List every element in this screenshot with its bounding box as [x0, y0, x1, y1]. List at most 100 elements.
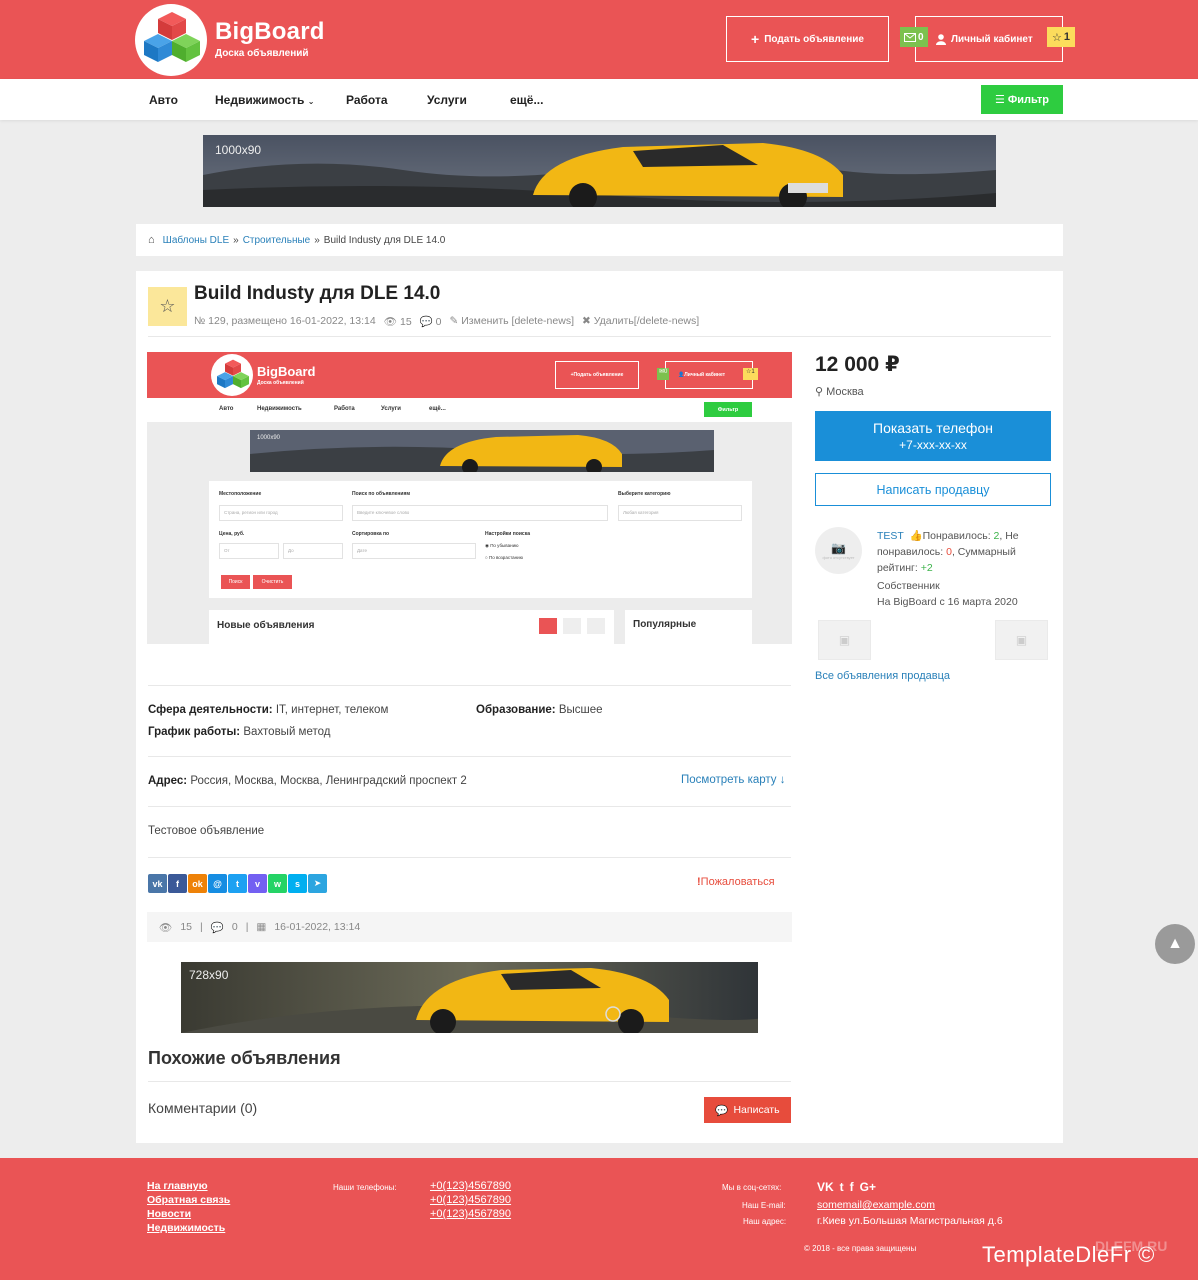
preview-star-badge: ☆1	[743, 368, 758, 380]
messages-count: 0	[918, 31, 924, 43]
seller-ad-thumb[interactable]: ▣	[818, 620, 871, 660]
skype-share-icon[interactable]: s	[288, 874, 307, 893]
sliders-icon: ☰	[995, 94, 1005, 106]
scroll-to-top-button[interactable]: ▲	[1155, 924, 1195, 964]
nav-item-more[interactable]: ещё...	[510, 93, 543, 107]
education-label: Образование:	[476, 704, 556, 716]
logo-subtitle: Доска объявлений	[215, 48, 309, 59]
ad-stats-bar: 👁 15 | 💬 0 | ▦ 16-01-2022, 13:14	[147, 912, 792, 942]
ad-title: Build Industy для DLE 14.0	[194, 283, 441, 304]
twitter-share-icon[interactable]: t	[228, 874, 247, 893]
ad-id-date: № 129, размещено 16-01-2022, 13:14	[194, 315, 376, 327]
stats-views: 15	[180, 921, 193, 933]
whatsapp-share-icon[interactable]: w	[268, 874, 287, 893]
footer-email[interactable]: somemail@example.com	[817, 1199, 935, 1211]
cabinet-label: Личный кабинет	[951, 33, 1033, 45]
seller-avatar[interactable]: 📷 фото отсутствует	[815, 527, 862, 574]
email-label: Наш E-mail:	[742, 1201, 786, 1210]
all-seller-ads-link[interactable]: Все объявления продавца	[815, 670, 950, 682]
footer-phone[interactable]: +0(123)4567890	[430, 1208, 511, 1220]
location-pin-icon: ⚲	[815, 386, 824, 398]
post-ad-button[interactable]: + Подать объявление	[726, 16, 889, 62]
add-to-favorites-button[interactable]: ☆	[148, 287, 187, 326]
eye-icon: 👁	[383, 316, 398, 328]
divider	[148, 336, 1051, 337]
preview-nav-item: Услуги	[381, 406, 401, 412]
write-comment-button[interactable]: 💬 Написать	[704, 1097, 791, 1123]
breadcrumb-home[interactable]: Шаблоны DLE	[163, 235, 229, 246]
car-banner-image	[181, 962, 758, 1033]
footer-phone[interactable]: +0(123)4567890	[430, 1194, 511, 1206]
seller-type: Собственник	[877, 580, 940, 592]
user-icon	[936, 33, 946, 45]
delete-link[interactable]: ✖ Удалить[/delete-news]	[582, 315, 699, 328]
preview-sort-label: Сортировка по	[352, 531, 390, 537]
plus-icon: +	[751, 31, 760, 47]
field-education: Образование: Высшее	[476, 704, 603, 716]
image-placeholder-icon: ▣	[1015, 633, 1028, 647]
footer-link-home[interactable]: На главную	[147, 1180, 230, 1192]
viber-share-icon[interactable]: v	[248, 874, 267, 893]
edit-link[interactable]: ✎ Изменить [delete-news]	[450, 315, 574, 328]
preview-list-view-icon	[539, 618, 557, 634]
ad-image[interactable]: BigBoard Доска объявлений + Подать объяв…	[147, 352, 792, 644]
filter-label: Фильтр	[1007, 93, 1049, 106]
footer-link-news[interactable]: Новости	[147, 1208, 230, 1220]
favorites-badge[interactable]: ☆ 1	[1047, 27, 1075, 47]
messages-badge[interactable]: 0	[900, 27, 928, 47]
complain-link[interactable]: !Пожаловаться	[697, 876, 775, 888]
facebook-share-icon[interactable]: f	[168, 874, 187, 893]
divider	[148, 1081, 791, 1082]
field-sphere: Сфера деятельности: IT, интернет, телеко…	[148, 704, 388, 716]
preview-mail-count: 0	[664, 369, 668, 375]
preview-banner-label: 1000x90	[257, 435, 281, 441]
nav-item-work[interactable]: Работа	[346, 93, 388, 107]
nav-item-realty[interactable]: Недвижимость ⌄	[215, 93, 314, 107]
liked-label: Понравилось:	[922, 530, 991, 542]
odnoklassniki-share-icon[interactable]: ok	[188, 874, 207, 893]
show-phone-button[interactable]: Показать телефон +7-xxx-xx-xx	[815, 411, 1051, 461]
write-comment-label: Написать	[733, 1104, 780, 1116]
footer-link-realty[interactable]: Недвижимость	[147, 1222, 230, 1234]
site-footer: На главную Обратная связь Новости Недвиж…	[0, 1158, 1198, 1280]
write-seller-button[interactable]: Написать продавцу	[815, 473, 1051, 506]
logo-title[interactable]: BigBoard	[215, 18, 325, 46]
nav-item-services[interactable]: Услуги	[427, 93, 467, 107]
preview-popular: Популярные	[625, 610, 752, 644]
divider	[148, 756, 791, 757]
comments-count: 💬 0	[420, 315, 442, 328]
star-icon: ☆	[1052, 31, 1062, 44]
facebook-icon[interactable]: f	[850, 1180, 854, 1194]
preview-category-select: Любая категория	[618, 505, 742, 521]
nav-item-realty-label: Недвижимость	[215, 93, 305, 107]
vk-icon[interactable]: VK	[817, 1180, 834, 1194]
comment-icon: 💬	[419, 316, 433, 328]
views-value: 15	[399, 316, 412, 328]
google-plus-icon[interactable]: G+	[860, 1180, 876, 1194]
top-banner[interactable]: 1000x90	[203, 135, 996, 207]
preview-nav-item: Недвижимость	[257, 406, 302, 412]
filter-button[interactable]: ☰ Фильтр	[981, 85, 1063, 114]
breadcrumb-category[interactable]: Строительные	[243, 235, 311, 246]
footer-phone[interactable]: +0(123)4567890	[430, 1180, 511, 1192]
preview-logo-subtitle: Доска объявлений	[257, 380, 304, 386]
cabinet-button[interactable]: Личный кабинет	[915, 16, 1063, 62]
show-map-link[interactable]: Посмотреть карту ↓	[681, 774, 786, 786]
seller-info: TEST 👍Понравилось: 2, Не понравилось: 0,…	[877, 528, 1047, 610]
moimir-share-icon[interactable]: @	[208, 874, 227, 893]
vk-share-icon[interactable]: vk	[148, 874, 167, 893]
seller-ad-thumb[interactable]: ▣	[995, 620, 1048, 660]
twitter-icon[interactable]: t	[840, 1180, 844, 1194]
footer-link-feedback[interactable]: Обратная связь	[147, 1194, 230, 1206]
preview-settings-label: Настройки поиска	[485, 531, 530, 537]
seller-name[interactable]: TEST	[877, 530, 904, 542]
stats-sep: |	[245, 921, 249, 933]
nav-item-auto[interactable]: Авто	[149, 93, 178, 107]
bottom-banner[interactable]: 728x90	[181, 962, 758, 1033]
preview-cubes-icon	[217, 359, 249, 389]
telegram-share-icon[interactable]: ➤	[308, 874, 327, 893]
address-label-footer: Наш адрес:	[743, 1217, 787, 1226]
views-count: 👁 15	[384, 315, 412, 328]
preview-asc-option: ○ По возрастанию	[485, 555, 523, 560]
field-address: Адрес: Россия, Москва, Москва, Ленинград…	[148, 775, 467, 787]
